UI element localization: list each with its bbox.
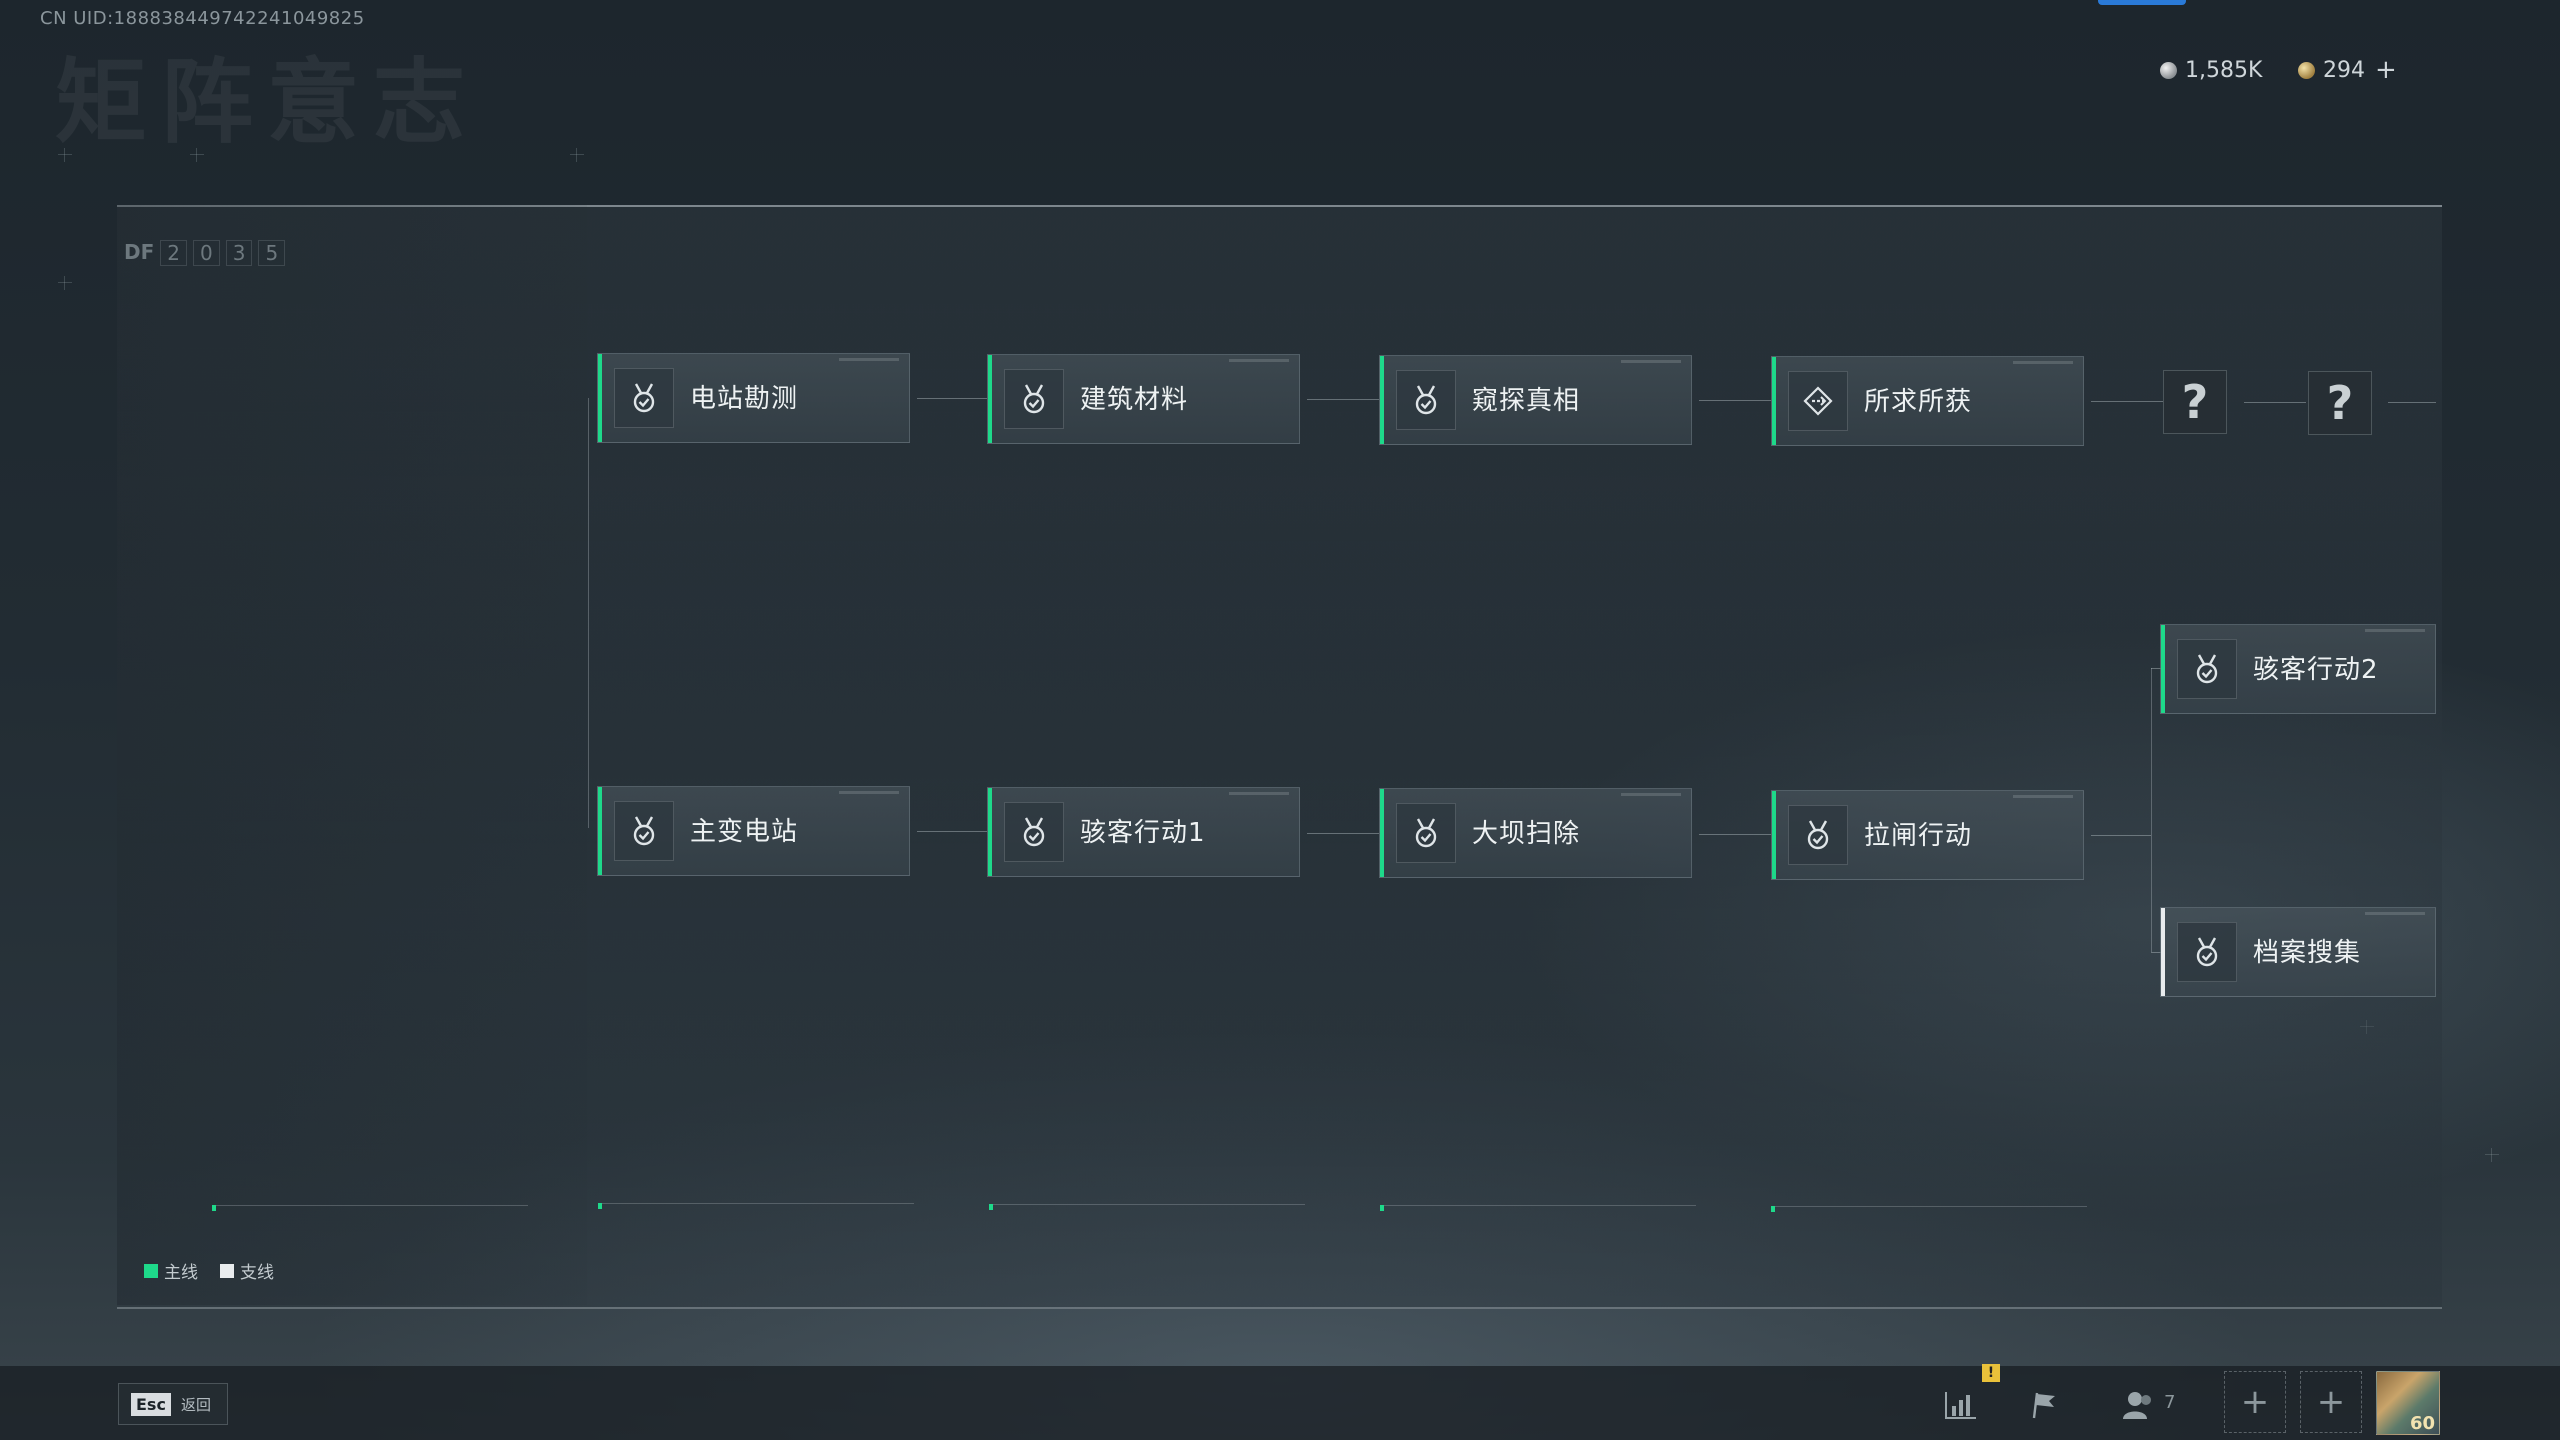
gold-coin-icon <box>2298 61 2315 79</box>
mission-node-骇客行动1[interactable]: 骇客行动1 <box>987 787 1300 877</box>
connector <box>2244 402 2306 403</box>
mission-title: 骇客行动2 <box>2253 655 2379 685</box>
deco-crosshair <box>2485 1148 2499 1162</box>
stats-chart-icon[interactable] <box>1941 1385 1981 1425</box>
mission-title: 骇客行动1 <box>1080 818 1206 848</box>
chapter-slot <box>598 1203 914 1210</box>
mission-node-所求所获[interactable]: 所求所获 <box>1771 356 2084 446</box>
mission-title: 档案搜集 <box>2253 938 2362 968</box>
panel-code-digit: 2 <box>160 240 187 266</box>
chapter-slot <box>1771 1206 2087 1213</box>
currency-silver: 1,585K <box>2160 57 2263 83</box>
completed-medal-icon <box>1788 805 1848 865</box>
legend-swatch-main <box>144 1263 158 1278</box>
panel-code-digit: 5 <box>258 240 286 266</box>
completed-medal-icon <box>1396 370 1456 430</box>
mission-node-拉闸行动[interactable]: 拉闸行动 <box>1771 790 2084 880</box>
friends-count: 7 <box>2164 1392 2176 1413</box>
legend-item-main: 主线 <box>144 1258 198 1283</box>
chapter-slot <box>989 1204 1305 1211</box>
connector <box>917 398 987 399</box>
silver-coin-icon <box>2160 61 2177 79</box>
completed-medal-icon <box>2177 922 2237 982</box>
mission-node-电站勘测[interactable]: 电站勘测 <box>597 353 910 443</box>
mission-node-窥探真相[interactable]: 窥探真相 <box>1379 355 1692 445</box>
mission-title: 窥探真相 <box>1472 386 1581 416</box>
connector <box>2388 402 2436 403</box>
mission-title: 建筑材料 <box>1080 385 1189 415</box>
panel-code-label: DF <box>124 240 155 264</box>
legend: 主线 支线 <box>144 1258 274 1283</box>
tree-trunk-connector <box>588 398 589 828</box>
mission-node-档案搜集[interactable]: 档案搜集 <box>2160 907 2436 997</box>
gold-coin-amount: 294 <box>2323 57 2365 83</box>
back-button[interactable]: Esc 返回 <box>118 1383 228 1425</box>
back-label: 返回 <box>180 1395 211 1414</box>
esc-key-hint: Esc <box>131 1392 171 1416</box>
connector <box>2091 835 2151 836</box>
mission-node-主变电站[interactable]: 主变电站 <box>597 786 910 876</box>
deco-crosshair <box>58 148 72 162</box>
mission-title: 拉闸行动 <box>1864 821 1973 851</box>
connector <box>1699 834 1771 835</box>
legend-item-side: 支线 <box>220 1258 274 1283</box>
currency-gold[interactable]: 294 + <box>2298 55 2397 85</box>
mission-node-建筑材料[interactable]: 建筑材料 <box>987 354 1300 444</box>
completed-medal-icon <box>2177 639 2237 699</box>
connector <box>1307 399 1379 400</box>
legend-swatch-side <box>220 1263 234 1278</box>
friends-icon[interactable] <box>2118 1385 2158 1425</box>
flag-icon[interactable] <box>2024 1385 2064 1425</box>
add-currency-icon[interactable]: + <box>2375 55 2397 85</box>
locked-mission-unknown[interactable]: ? <box>2163 370 2227 434</box>
silver-coin-amount: 1,585K <box>2185 57 2263 83</box>
mission-title: 大坝扫除 <box>1472 819 1581 849</box>
connector <box>2091 401 2163 402</box>
legend-label: 主线 <box>164 1263 198 1283</box>
deco-crosshair <box>58 276 72 290</box>
top-tab-indicator <box>2098 0 2186 5</box>
chapter-slot <box>212 1205 528 1212</box>
panel-code-digit: 3 <box>225 240 253 266</box>
completed-medal-icon <box>1004 802 1064 862</box>
mission-title: 电站勘测 <box>690 384 799 414</box>
mission-title: 所求所获 <box>1864 387 1973 417</box>
player-avatar[interactable]: 60 <box>2376 1371 2440 1435</box>
panel-code-digit: 0 <box>193 240 220 266</box>
completed-medal-icon <box>614 801 674 861</box>
notification-badge: ! <box>1982 1364 2000 1382</box>
legend-label: 支线 <box>240 1263 274 1283</box>
completed-medal-icon <box>1396 803 1456 863</box>
mission-title: 主变电站 <box>690 817 799 847</box>
background-title-watermark: 矩阵意志 <box>55 49 480 156</box>
connector <box>1307 833 1379 834</box>
panel-side-overlay <box>117 205 587 1305</box>
locked-mission-unknown[interactable]: ? <box>2308 371 2372 435</box>
panel-code: DF 2 0 3 5 <box>124 240 286 266</box>
deco-crosshair <box>570 148 584 162</box>
add-squad-slot-button[interactable]: + <box>2300 1371 2362 1433</box>
diamond-objective-icon <box>1788 371 1848 431</box>
player-level: 60 <box>2409 1413 2435 1434</box>
deco-crosshair <box>190 148 204 162</box>
connector <box>917 831 987 832</box>
player-uid: CN UID:18883844974224104982​5 <box>40 8 365 29</box>
completed-medal-icon <box>614 368 674 428</box>
bottom-bar <box>0 1366 2560 1440</box>
branch-connector <box>2151 668 2152 952</box>
mission-node-大坝扫除[interactable]: 大坝扫除 <box>1379 788 1692 878</box>
connector <box>1699 400 1771 401</box>
add-squad-slot-button[interactable]: + <box>2224 1371 2286 1433</box>
chapter-slot <box>1380 1205 1696 1212</box>
completed-medal-icon <box>1004 369 1064 429</box>
mission-node-骇客行动2[interactable]: 骇客行动2 <box>2160 624 2436 714</box>
